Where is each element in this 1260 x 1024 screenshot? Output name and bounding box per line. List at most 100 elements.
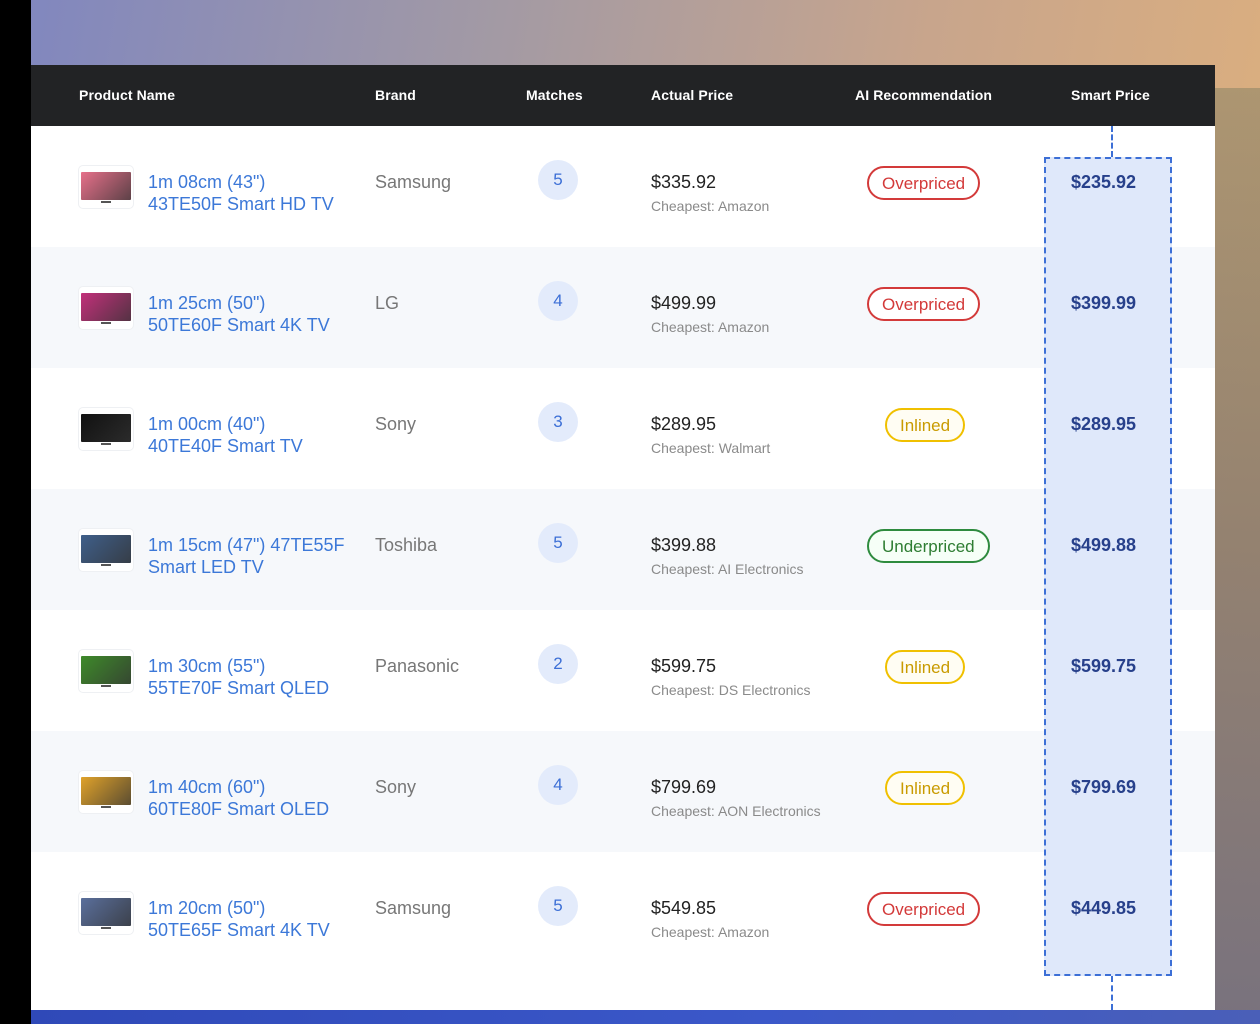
product-name-line1: 1m 15cm (47") 47TE55F: [148, 535, 345, 555]
tv-screen-image: [81, 535, 131, 563]
actual-price: $549.85: [651, 898, 717, 918]
cheapest-source: Cheapest: AON Electronics: [651, 803, 821, 819]
smart-price-value: $449.85: [1071, 898, 1137, 918]
left-edge: [0, 0, 31, 1024]
header-product-name[interactable]: Product Name: [79, 87, 175, 103]
header-matches[interactable]: Matches: [526, 87, 583, 103]
ai-recommendation-badge[interactable]: Overpriced: [867, 166, 981, 200]
tv-screen-image: [81, 414, 131, 442]
product-name-line1: 1m 00cm (40"): [148, 414, 266, 434]
cheapest-source: Cheapest: Amazon: [651, 198, 770, 214]
cheapest-source: Cheapest: Amazon: [651, 319, 770, 335]
table-header: Product Name Brand Matches Actual Price …: [31, 65, 1215, 126]
tv-stand: [101, 927, 111, 929]
product-name-link[interactable]: 1m 00cm (40") 40TE40F Smart TV: [148, 413, 363, 457]
brand-label: Sony: [375, 777, 417, 797]
brand-label: Panasonic: [375, 656, 460, 676]
product-name-link[interactable]: 1m 40cm (60") 60TE80F Smart OLED: [148, 776, 363, 820]
table-row[interactable]: 1m 30cm (55") 55TE70F Smart QLED Panasonic…: [31, 610, 1215, 731]
product-thumbnail[interactable]: [79, 771, 133, 813]
product-name-line2: 50TE65F Smart 4K TV: [148, 920, 330, 940]
actual-price: $335.92: [651, 172, 717, 192]
product-name-link[interactable]: 1m 30cm (55") 55TE70F Smart QLED: [148, 655, 363, 699]
product-name-line2: Smart LED TV: [148, 557, 264, 577]
product-name-line2: 60TE80F Smart OLED: [148, 799, 330, 819]
product-name-line1: 1m 08cm (43"): [148, 172, 266, 192]
tv-stand: [101, 443, 111, 445]
ai-recommendation-badge[interactable]: Inlined: [885, 771, 966, 805]
bottom-accent-bar: [31, 1010, 1260, 1024]
table-row[interactable]: 1m 00cm (40") 40TE40F Smart TV Sony 3 $289.9…: [31, 368, 1215, 489]
product-name-line1: 1m 20cm (50"): [148, 898, 266, 918]
matches-count-badge[interactable]: 5: [538, 160, 578, 200]
tv-screen-image: [81, 172, 131, 200]
ai-recommendation-badge[interactable]: Underpriced: [867, 529, 990, 563]
product-thumbnail[interactable]: [79, 650, 133, 692]
product-name-line1: 1m 30cm (55"): [148, 656, 266, 676]
header-brand[interactable]: Brand: [375, 87, 416, 103]
ai-recommendation-badge[interactable]: Inlined: [885, 408, 966, 442]
product-thumbnail[interactable]: [79, 529, 133, 571]
actual-price: $499.99: [651, 293, 717, 313]
table-row[interactable]: 1m 15cm (47") 47TE55F Smart LED TV Toshiba…: [31, 489, 1215, 610]
matches-count-badge[interactable]: 5: [538, 523, 578, 563]
table-row[interactable]: 1m 20cm (50") 50TE65F Smart 4K TV Samsung 5…: [31, 852, 1215, 973]
matches-count-badge[interactable]: 2: [538, 644, 578, 684]
tv-screen-image: [81, 656, 131, 684]
ai-recommendation-badge[interactable]: Inlined: [885, 650, 966, 684]
cheapest-source: Cheapest: AI Electronics: [651, 561, 804, 577]
ai-recommendation-badge[interactable]: Overpriced: [867, 892, 981, 926]
matches-count-badge[interactable]: 3: [538, 402, 578, 442]
product-thumbnail[interactable]: [79, 287, 133, 329]
product-thumbnail[interactable]: [79, 408, 133, 450]
product-thumbnail[interactable]: [79, 166, 133, 208]
header-smart-price[interactable]: Smart Price: [1071, 87, 1150, 103]
product-name-line1: 1m 25cm (50"): [148, 293, 266, 313]
product-name-link[interactable]: 1m 08cm (43") 43TE50F Smart HD TV: [148, 171, 363, 215]
matches-count-badge[interactable]: 4: [538, 765, 578, 805]
product-name-link[interactable]: 1m 15cm (47") 47TE55F Smart LED TV: [148, 534, 363, 578]
matches-count-badge[interactable]: 5: [538, 886, 578, 926]
smart-price-value: $799.69: [1071, 777, 1137, 797]
price-table: Product Name Brand Matches Actual Price …: [31, 65, 1215, 1010]
tv-stand: [101, 322, 111, 324]
tv-stand: [101, 201, 111, 203]
header-ai-recommendation[interactable]: AI Recommendation: [855, 87, 992, 103]
brand-label: LG: [375, 293, 400, 313]
card-shadow: [1215, 88, 1260, 1024]
product-name-line2: 40TE40F Smart TV: [148, 436, 303, 456]
product-name-line2: 50TE60F Smart 4K TV: [148, 315, 330, 335]
actual-price: $399.88: [651, 535, 717, 555]
product-name-line1: 1m 40cm (60"): [148, 777, 266, 797]
table-row[interactable]: 1m 25cm (50") 50TE60F Smart 4K TV LG 4 $499.…: [31, 247, 1215, 368]
product-thumbnail[interactable]: [79, 892, 133, 934]
smart-price-value: $289.95: [1071, 414, 1137, 434]
brand-label: Sony: [375, 414, 417, 434]
ai-recommendation-badge[interactable]: Overpriced: [867, 287, 981, 321]
actual-price: $799.69: [651, 777, 717, 797]
smart-price-value: $599.75: [1071, 656, 1137, 676]
brand-label: Toshiba: [375, 535, 438, 555]
smart-price-value: $399.99: [1071, 293, 1137, 313]
tv-stand: [101, 564, 111, 566]
tv-stand: [101, 685, 111, 687]
table-row[interactable]: 1m 40cm (60") 60TE80F Smart OLED Sony 4 $799…: [31, 731, 1215, 852]
table-row[interactable]: 1m 08cm (43") 43TE50F Smart HD TV Samsung 5…: [31, 126, 1215, 247]
cheapest-source: Cheapest: Amazon: [651, 924, 770, 940]
matches-count-badge[interactable]: 4: [538, 281, 578, 321]
cheapest-source: Cheapest: Walmart: [651, 440, 771, 456]
product-name-line2: 43TE50F Smart HD TV: [148, 194, 334, 214]
smart-price-value: $499.88: [1071, 535, 1137, 555]
product-name-link[interactable]: 1m 25cm (50") 50TE60F Smart 4K TV: [148, 292, 363, 336]
tv-screen-image: [81, 777, 131, 805]
tv-stand: [101, 806, 111, 808]
product-name-link[interactable]: 1m 20cm (50") 50TE65F Smart 4K TV: [148, 897, 363, 941]
actual-price: $599.75: [651, 656, 717, 676]
header-actual-price[interactable]: Actual Price: [651, 87, 733, 103]
smart-price-highlight: [1044, 157, 1172, 976]
smart-column-connector-bottom: [1111, 976, 1113, 1010]
tv-screen-image: [81, 293, 131, 321]
product-name-line2: 55TE70F Smart QLED: [148, 678, 330, 698]
brand-label: Samsung: [375, 172, 452, 192]
cheapest-source: Cheapest: DS Electronics: [651, 682, 811, 698]
